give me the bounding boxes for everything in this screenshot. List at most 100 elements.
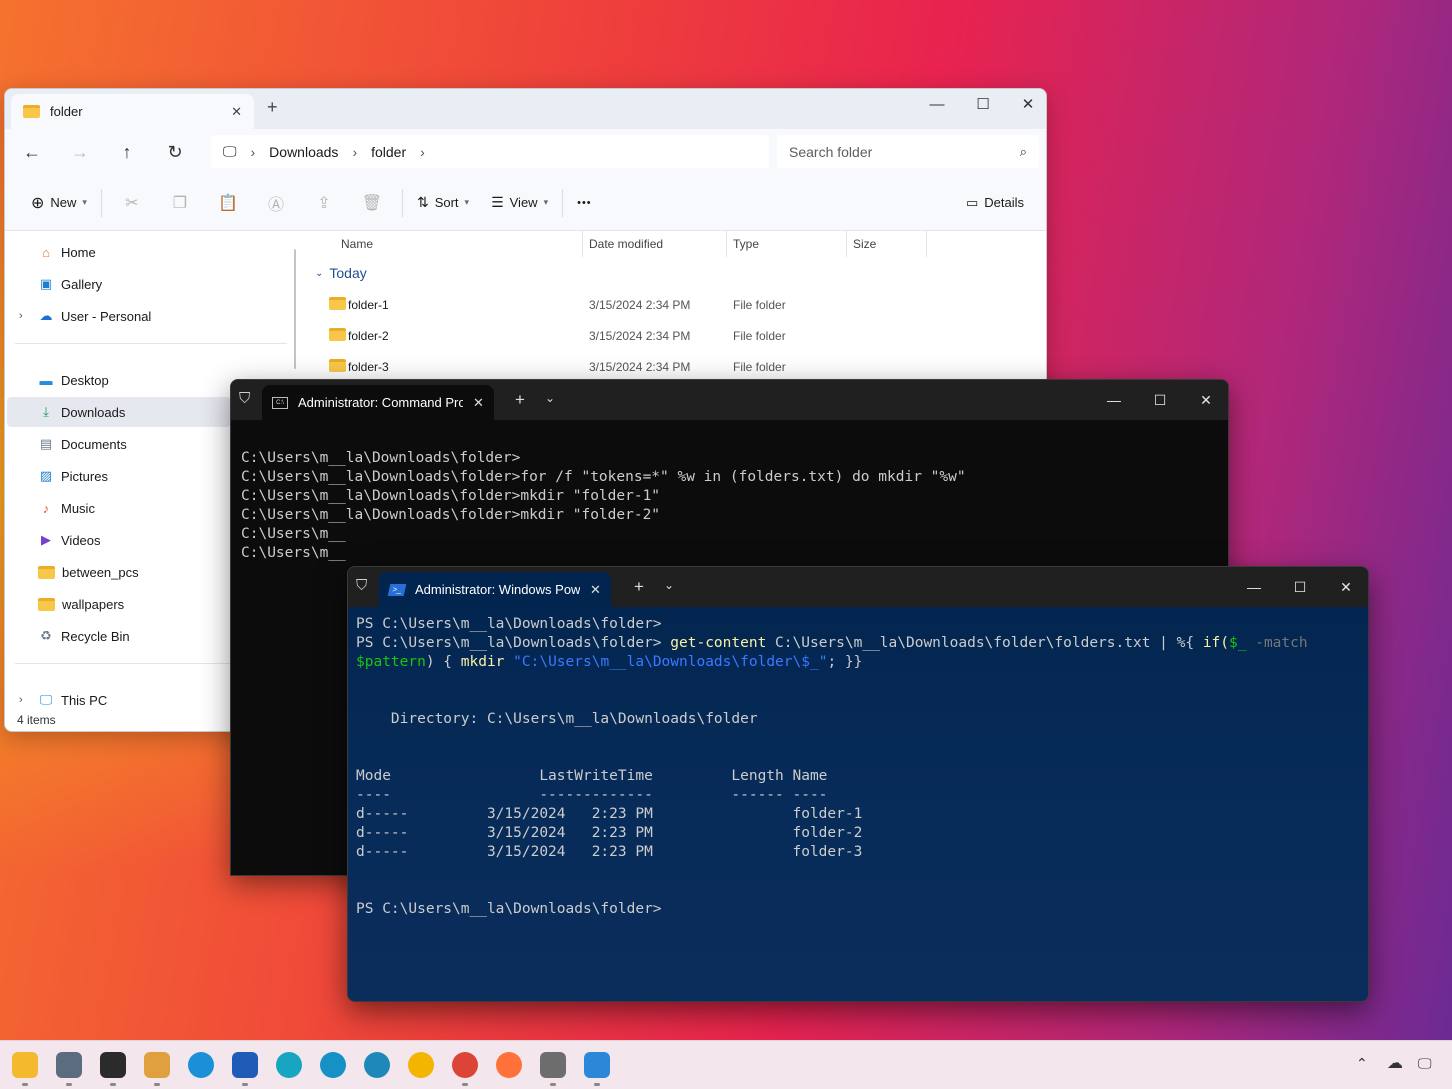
sidebar-item-between-pcs[interactable]: between_pcs xyxy=(7,557,231,587)
console-line: Directory: C:\Users\m__la\Downloads\fold… xyxy=(356,711,758,727)
file-explorer-icon[interactable] xyxy=(12,1052,38,1078)
up-arrow-icon[interactable]: ↑ xyxy=(107,132,147,172)
chevron-down-icon[interactable]: ⌄ xyxy=(664,578,674,592)
variable-text: $_ xyxy=(1229,635,1247,651)
running-indicator xyxy=(550,1083,556,1086)
minimize-button[interactable]: — xyxy=(1231,572,1277,602)
maximize-button[interactable]: ☐ xyxy=(1277,572,1323,602)
paste-icon[interactable]: 📋 xyxy=(204,187,252,219)
console-line: PS C:\Users\m__la\Downloads\folder> get-… xyxy=(356,634,1308,653)
minimize-button[interactable]: — xyxy=(1091,385,1137,415)
console-line: C:\Users\m__ xyxy=(241,545,346,561)
settings-icon[interactable] xyxy=(56,1052,82,1078)
edge-beta-icon[interactable] xyxy=(320,1052,346,1078)
chrome-icon[interactable] xyxy=(452,1052,478,1078)
minimize-button[interactable]: — xyxy=(914,89,960,119)
powershell-output[interactable]: PS C:\Users\m__la\Downloads\folder> PS C:… xyxy=(356,615,1308,919)
forward-arrow-icon[interactable]: → xyxy=(60,132,100,172)
file-type: File folder xyxy=(733,298,786,312)
close-tab-icon[interactable]: ✕ xyxy=(473,395,484,411)
notepad-icon[interactable] xyxy=(584,1052,610,1078)
group-header-today[interactable]: ⌄ Today xyxy=(315,265,367,281)
divider xyxy=(401,188,403,217)
refresh-icon[interactable]: ↻ xyxy=(155,132,195,172)
file-row[interactable]: folder-2 3/15/2024 2:34 PM File folder xyxy=(313,321,1013,352)
maximize-button[interactable]: ☐ xyxy=(960,89,1006,119)
sidebar-item-videos[interactable]: ▶ Videos xyxy=(7,525,231,555)
firefox-icon[interactable] xyxy=(496,1052,522,1078)
edge-icon[interactable] xyxy=(188,1052,214,1078)
notepad-plus-icon[interactable] xyxy=(144,1052,170,1078)
new-tab-button[interactable]: + xyxy=(515,390,525,410)
column-header-date[interactable]: Date modified xyxy=(583,231,727,257)
back-arrow-icon[interactable]: ← xyxy=(12,132,52,172)
edge-dev-icon[interactable] xyxy=(364,1052,390,1078)
terminal-icon[interactable] xyxy=(100,1052,126,1078)
edge-canary-icon[interactable] xyxy=(276,1052,302,1078)
close-tab-icon[interactable]: ✕ xyxy=(231,104,242,120)
store-icon[interactable] xyxy=(232,1052,258,1078)
running-indicator xyxy=(66,1083,72,1086)
terminal-titlebar: ⛉ C:\ Administrator: Command Pro ✕ + ⌄ —… xyxy=(231,380,1228,420)
search-icon: ⌕ xyxy=(1019,143,1027,159)
sidebar-item-this-pc[interactable]: › 🖵 This PC xyxy=(7,685,231,715)
cmd-output[interactable]: C:\Users\m__la\Downloads\folder> C:\Users… xyxy=(241,449,966,563)
chevron-right-icon: › xyxy=(250,143,256,160)
column-header-name[interactable]: Name xyxy=(335,231,583,257)
chevron-right-icon[interactable]: › xyxy=(19,694,23,706)
sidebar-item-downloads[interactable]: ⤓ Downloads xyxy=(7,397,231,427)
chrome-canary-icon[interactable] xyxy=(408,1052,434,1078)
sidebar-item-recycle-bin[interactable]: ♻ Recycle Bin xyxy=(7,621,231,651)
terminal-tab-title: Administrator: Command Pro xyxy=(298,395,463,410)
sidebar-item-gallery[interactable]: ▣ Gallery xyxy=(7,269,231,299)
view-button[interactable]: ☰ View ▾ xyxy=(483,187,556,219)
new-tab-button[interactable]: + xyxy=(634,577,644,597)
close-button[interactable]: ✕ xyxy=(1183,385,1228,415)
onedrive-icon[interactable]: ☁ xyxy=(1387,1053,1403,1073)
details-button[interactable]: ▭ Details xyxy=(958,187,1032,219)
close-tab-icon[interactable]: ✕ xyxy=(590,582,601,598)
sidebar-scrollbar[interactable] xyxy=(294,249,296,369)
sidebar-item-music[interactable]: ♪ Music xyxy=(7,493,231,523)
file-row[interactable]: folder-1 3/15/2024 2:34 PM File folder xyxy=(313,290,1013,321)
command-bar: ⊕ New ▾ ✂ ❐ 📋 Ⓐ ⇪ 🗑 ⇅ Sort ▾ ☰ View ▾ ••… xyxy=(5,175,1046,231)
chevron-right-icon[interactable]: › xyxy=(19,310,23,322)
close-button[interactable]: ✕ xyxy=(1005,89,1046,119)
terminal-tab[interactable]: >_ Administrator: Windows Powe ✕ xyxy=(379,572,611,607)
sidebar-item-wallpapers[interactable]: wallpapers xyxy=(7,589,231,619)
explorer-tab-title: folder xyxy=(50,104,83,119)
installer-icon[interactable] xyxy=(540,1052,566,1078)
sort-button[interactable]: ⇅ Sort ▾ xyxy=(409,187,477,219)
column-header-type[interactable]: Type xyxy=(727,231,847,257)
new-tab-button[interactable]: + xyxy=(267,97,278,118)
display-icon[interactable]: 🖵 xyxy=(1418,1055,1432,1072)
cut-icon[interactable]: ✂ xyxy=(108,187,156,219)
rename-icon[interactable]: Ⓐ xyxy=(252,187,300,219)
delete-icon[interactable]: 🗑 xyxy=(348,187,396,219)
copy-icon[interactable]: ❐ xyxy=(156,187,204,219)
gallery-icon: ▣ xyxy=(39,276,53,291)
sidebar-item-desktop[interactable]: ▬ Desktop xyxy=(7,365,231,395)
sidebar-item-pictures[interactable]: ▨ Pictures xyxy=(7,461,231,491)
sidebar-item-home[interactable]: ⌂ Home xyxy=(7,237,231,267)
address-bar[interactable]: 🖵 › Downloads › folder › xyxy=(211,135,769,168)
chevron-up-icon[interactable]: ⌃ xyxy=(1356,1055,1368,1072)
new-button[interactable]: ⊕ New ▾ xyxy=(23,187,95,219)
folder-icon xyxy=(329,297,346,310)
file-date: 3/15/2024 2:34 PM xyxy=(589,298,691,312)
column-header-size[interactable]: Size xyxy=(847,231,927,257)
share-icon[interactable]: ⇪ xyxy=(300,187,348,219)
breadcrumb-downloads[interactable]: Downloads xyxy=(269,144,338,160)
close-button[interactable]: ✕ xyxy=(1323,572,1368,602)
explorer-tab[interactable]: folder ✕ xyxy=(11,94,254,129)
maximize-button[interactable]: ☐ xyxy=(1137,385,1183,415)
chevron-down-icon[interactable]: ⌄ xyxy=(545,391,555,405)
sidebar-item-onedrive[interactable]: › ☁ User - Personal xyxy=(7,301,231,331)
breadcrumb-folder[interactable]: folder xyxy=(371,144,406,160)
sidebar-item-label: Home xyxy=(61,244,96,260)
search-input[interactable]: Search folder ⌕ xyxy=(777,135,1039,168)
terminal-tab[interactable]: C:\ Administrator: Command Pro ✕ xyxy=(262,385,494,420)
more-options-icon[interactable]: ••• xyxy=(569,187,600,219)
sidebar-item-documents[interactable]: ▤ Documents xyxy=(7,429,231,459)
sort-icon: ⇅ xyxy=(416,194,429,210)
